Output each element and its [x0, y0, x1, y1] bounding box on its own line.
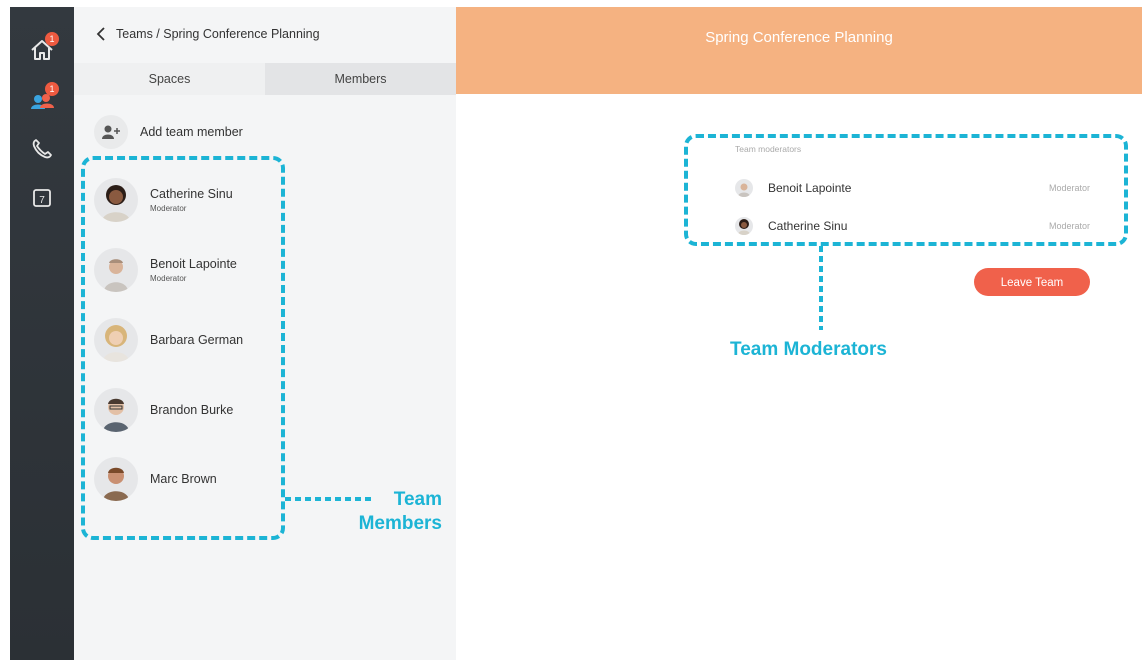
team-moderators-annotation: Team Moderators [730, 339, 887, 360]
team-members-annotation: Team Members [342, 488, 442, 536]
annotation-connectors [285, 246, 823, 501]
team-members-annotation-line1: Team [393, 489, 442, 510]
team-members-annotation-line2: Members [358, 513, 442, 534]
